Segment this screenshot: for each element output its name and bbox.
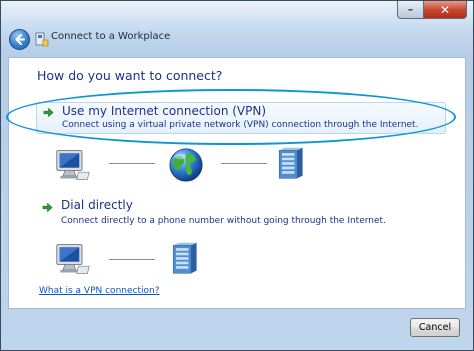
close-icon: ✕ bbox=[439, 2, 451, 17]
network-wizard-icon bbox=[35, 32, 49, 47]
server-icon bbox=[272, 144, 308, 182]
option-vpn-title: Use my Internet connection (VPN) bbox=[62, 104, 267, 118]
option-dial[interactable]: Dial directly Connect directly to a phon… bbox=[36, 196, 446, 232]
back-button[interactable] bbox=[9, 29, 30, 50]
window-controls: – ✕ bbox=[397, 1, 467, 19]
vpn-diagram bbox=[9, 58, 465, 308]
connection-line bbox=[109, 163, 155, 164]
dial-diagram bbox=[9, 58, 465, 308]
green-arrow-icon bbox=[43, 107, 54, 118]
window-title: Connect to a Workplace bbox=[51, 31, 171, 42]
option-vpn[interactable]: Use my Internet connection (VPN) Connect… bbox=[36, 102, 446, 134]
minimize-icon: – bbox=[407, 3, 414, 16]
close-button[interactable]: ✕ bbox=[423, 1, 467, 19]
globe-icon bbox=[167, 146, 205, 184]
green-arrow-icon bbox=[42, 202, 53, 213]
computer-icon bbox=[55, 147, 91, 183]
content-panel: How do you want to connect? Use my Inter… bbox=[8, 57, 466, 309]
minimize-button[interactable]: – bbox=[397, 1, 423, 19]
page-heading: How do you want to connect? bbox=[37, 68, 223, 83]
vpn-help-link[interactable]: What is a VPN connection? bbox=[39, 286, 159, 296]
wizard-window: – ✕ Connect to a Workplace How do you wa… bbox=[0, 0, 474, 351]
server-icon bbox=[166, 239, 202, 277]
option-dial-title: Dial directly bbox=[61, 198, 133, 212]
cancel-button[interactable]: Cancel bbox=[410, 318, 460, 337]
option-dial-description: Connect directly to a phone number witho… bbox=[61, 216, 386, 226]
computer-icon bbox=[55, 241, 91, 277]
connection-line bbox=[109, 259, 155, 260]
back-arrow-icon bbox=[15, 34, 25, 45]
option-vpn-description: Connect using a virtual private network … bbox=[62, 120, 419, 130]
connection-line bbox=[221, 163, 267, 164]
